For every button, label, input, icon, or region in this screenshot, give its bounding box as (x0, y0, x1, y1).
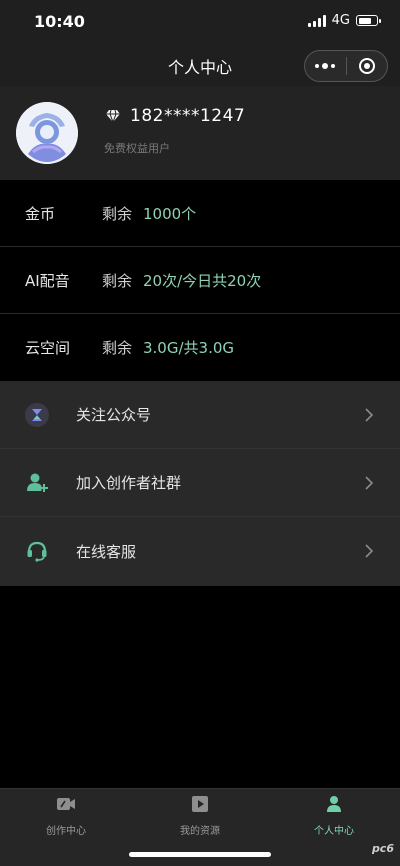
status-bar: 10:40 4G (0, 0, 400, 44)
add-user-icon (24, 470, 50, 496)
avatar-image (16, 102, 78, 164)
user-line: 182****1247 (106, 106, 245, 126)
mini-program-capsule (304, 50, 388, 82)
quota-row-coins: 金币 剩余 1000个 (0, 180, 400, 247)
menu-item-label: 在线客服 (76, 542, 137, 561)
tab-personal-center[interactable]: 个人中心 (284, 795, 384, 837)
menu-item-label: 加入创作者社群 (76, 474, 182, 492)
close-button[interactable] (347, 51, 388, 81)
quota-value: 1000个 (143, 204, 197, 223)
battery-fill (358, 17, 372, 24)
tab-creation-center[interactable]: 创作中心 (16, 795, 116, 837)
hourglass-icon (24, 402, 50, 428)
tab-label: 创作中心 (46, 826, 86, 837)
profile-header[interactable]: 182****1247 免费权益用户 (0, 86, 400, 180)
tab-label: 我的资源 (180, 826, 220, 837)
menu-item-label: 关注公众号 (76, 406, 152, 424)
menu-list: 关注公众号 加入创作者社群 在线客服 (0, 381, 400, 586)
tab-my-resources[interactable]: 我的资源 (150, 795, 250, 837)
status-indicators: 4G (307, 13, 381, 28)
signal-icon (307, 14, 326, 27)
chevron-right-icon (365, 475, 374, 490)
more-dots-icon (315, 63, 336, 69)
quota-value: 3.0G/共3.0G (143, 339, 235, 357)
play-folder-icon (192, 796, 208, 812)
menu-item-follow-official-account[interactable]: 关注公众号 (0, 381, 400, 449)
status-time: 10:40 (34, 12, 85, 31)
quota-prefix: 剩余 (102, 271, 133, 290)
diamond-icon (106, 110, 120, 122)
headset-icon (24, 538, 50, 564)
quota-label: 云空间 (25, 339, 71, 357)
user-phone: 182****1247 (130, 106, 246, 126)
menu-item-join-creator-community[interactable]: 加入创作者社群 (0, 449, 400, 517)
nav-bar: 个人中心 (0, 44, 400, 86)
watermark: pc6 (371, 842, 394, 855)
quota-row-ai-voice: AI配音 剩余 20次/今日共20次 (0, 247, 400, 314)
chevron-right-icon (365, 407, 374, 422)
quota-prefix: 剩余 (102, 339, 133, 357)
more-button[interactable] (305, 51, 346, 81)
video-edit-icon (57, 798, 75, 810)
target-icon (358, 58, 375, 74)
menu-item-online-support[interactable]: 在线客服 (0, 517, 400, 585)
quota-label: AI配音 (25, 271, 70, 290)
quota-label: 金币 (25, 204, 56, 223)
tab-label: 个人中心 (314, 826, 354, 837)
network-label: 4G (331, 13, 350, 28)
battery-icon (356, 15, 381, 26)
quota-prefix: 剩余 (102, 204, 133, 223)
quota-value: 20次/今日共20次 (143, 271, 262, 290)
quota-row-cloud-space: 云空间 剩余 3.0G/共3.0G (0, 314, 400, 381)
avatar[interactable] (16, 102, 78, 164)
membership-status: 免费权益用户 (104, 142, 170, 155)
person-icon (327, 796, 341, 812)
quota-list: 金币 剩余 1000个 AI配音 剩余 20次/今日共20次 云空间 剩余 3.… (0, 180, 400, 381)
chevron-right-icon (365, 544, 374, 558)
home-indicator[interactable] (129, 852, 271, 857)
